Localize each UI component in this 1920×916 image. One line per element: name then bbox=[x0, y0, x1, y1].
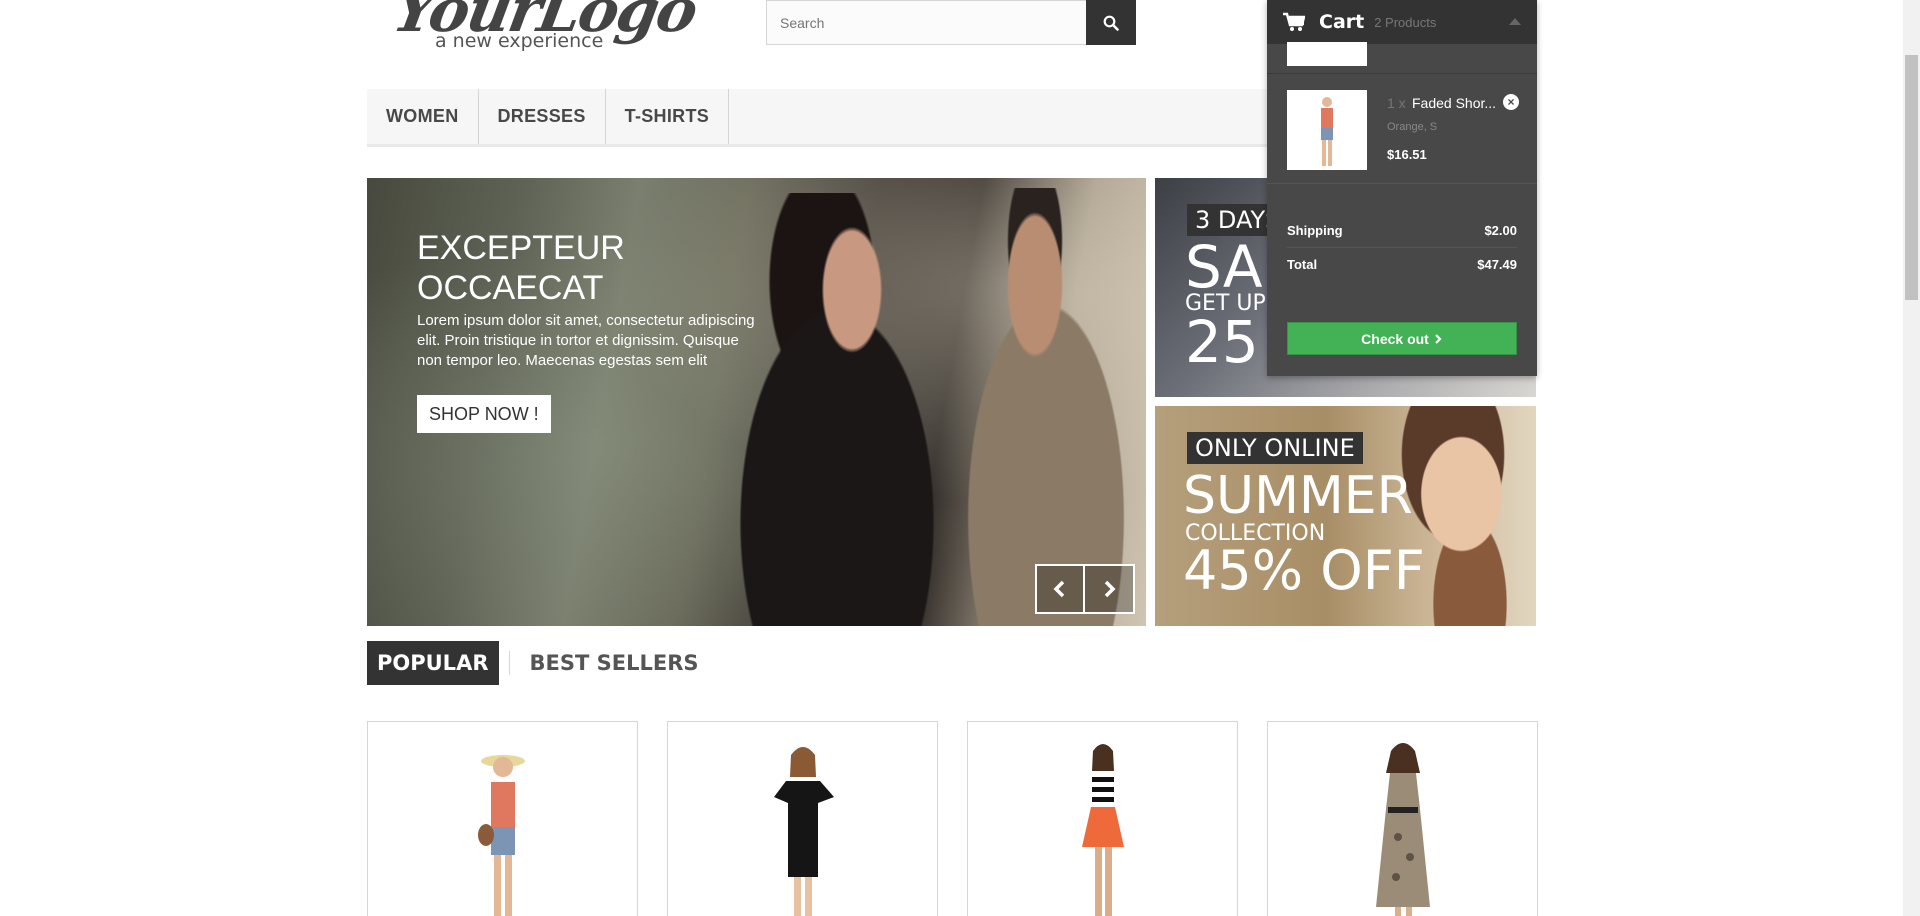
tab-popular[interactable]: POPULAR bbox=[367, 641, 499, 685]
banner-percent: 25 bbox=[1185, 308, 1259, 376]
cart-dropdown: Cart 2 Products 1 x Faded Shor... Orange… bbox=[1267, 0, 1537, 376]
cart-totals: Shipping $2.00 Total $47.49 bbox=[1287, 214, 1517, 280]
cart-item-name[interactable]: Faded Shor... bbox=[1412, 95, 1504, 111]
tab-best-sellers[interactable]: BEST SELLERS bbox=[520, 641, 709, 685]
product-card[interactable] bbox=[967, 721, 1238, 916]
cart-title: Cart bbox=[1319, 11, 1365, 33]
search-input[interactable] bbox=[766, 0, 1086, 45]
cart-item: 1 x Faded Shor... Orange, S $16.51 × bbox=[1267, 74, 1537, 184]
remove-icon[interactable]: × bbox=[1503, 94, 1519, 110]
search-button[interactable] bbox=[1086, 0, 1136, 45]
cart-item-thumbnail[interactable] bbox=[1287, 42, 1367, 66]
cart-total-row: Total $47.49 bbox=[1287, 247, 1517, 280]
cart-count: 2 Products bbox=[1374, 14, 1437, 30]
cart-item-quantity: 1 x bbox=[1387, 95, 1406, 111]
chevron-right-icon bbox=[1104, 580, 1116, 598]
slider-nav bbox=[1035, 564, 1135, 614]
cart-item-attributes: Orange, S bbox=[1387, 121, 1438, 133]
tab-divider bbox=[508, 651, 510, 675]
shipping-label: Shipping bbox=[1287, 223, 1343, 238]
checkout-button[interactable]: Check out bbox=[1287, 322, 1517, 355]
banner-headline: SUMMER bbox=[1183, 466, 1413, 526]
total-value: $47.49 bbox=[1477, 256, 1517, 272]
cart-icon bbox=[1283, 12, 1305, 31]
product-image bbox=[773, 747, 834, 916]
product-image bbox=[1321, 97, 1333, 166]
hero-text: Lorem ipsum dolor sit amet, consectetur … bbox=[417, 312, 755, 369]
product-card[interactable] bbox=[367, 721, 638, 916]
cart-item-price: $16.51 bbox=[1387, 147, 1427, 162]
chevron-left-icon bbox=[1053, 580, 1065, 598]
caret-up-icon[interactable] bbox=[1509, 18, 1521, 25]
checkout-label: Check out bbox=[1361, 330, 1429, 347]
product-tabs: POPULAR BEST SELLERS bbox=[367, 641, 708, 685]
total-label: Total bbox=[1287, 256, 1318, 272]
cart-item-previous bbox=[1267, 42, 1537, 74]
product-image bbox=[477, 755, 525, 916]
cart-header[interactable]: Cart 2 Products bbox=[1267, 0, 1537, 44]
shipping-value: $2.00 bbox=[1484, 223, 1517, 238]
banner-headline: SA bbox=[1185, 233, 1263, 301]
hero-image-man bbox=[947, 188, 1146, 626]
promo-banner-summer[interactable]: ONLY ONLINE SUMMER COLLECTION 45% OFF bbox=[1155, 406, 1536, 626]
product-card[interactable] bbox=[1267, 721, 1538, 916]
cart-shipping-row: Shipping $2.00 bbox=[1287, 214, 1517, 247]
search-icon bbox=[1103, 15, 1119, 31]
menu-item-dresses[interactable]: DRESSES bbox=[479, 89, 606, 144]
menu-item-tshirts[interactable]: T-SHIRTS bbox=[606, 89, 730, 144]
scrollbar-thumb[interactable] bbox=[1905, 55, 1918, 300]
banner-tag: ONLY ONLINE bbox=[1187, 432, 1363, 464]
shop-now-button[interactable]: SHOP NOW ! bbox=[417, 395, 551, 433]
page-scrollbar[interactable] bbox=[1903, 0, 1920, 916]
logo-tagline: a new experience bbox=[435, 30, 604, 52]
cart-item-thumbnail[interactable] bbox=[1287, 90, 1367, 170]
slider-prev-button[interactable] bbox=[1035, 564, 1085, 614]
chevron-right-icon bbox=[1435, 333, 1442, 344]
product-image bbox=[1375, 743, 1430, 916]
product-image bbox=[1081, 744, 1124, 916]
banner-percent: 45% OFF bbox=[1183, 539, 1425, 602]
search-bar bbox=[766, 0, 1136, 45]
hero-title: EXCEPTEUR OCCAECAT bbox=[417, 229, 625, 307]
menu-item-women[interactable]: WOMEN bbox=[367, 89, 479, 144]
product-card[interactable] bbox=[667, 721, 938, 916]
site-logo[interactable]: YourLogo a new experience bbox=[380, 0, 701, 56]
hero-image-woman bbox=[687, 193, 987, 626]
slider-next-button[interactable] bbox=[1085, 564, 1135, 614]
page: YourLogo a new experience WOMEN DRESSES … bbox=[0, 0, 1920, 916]
hero-slider: EXCEPTEUR OCCAECAT Lorem ipsum dolor sit… bbox=[367, 178, 1146, 626]
